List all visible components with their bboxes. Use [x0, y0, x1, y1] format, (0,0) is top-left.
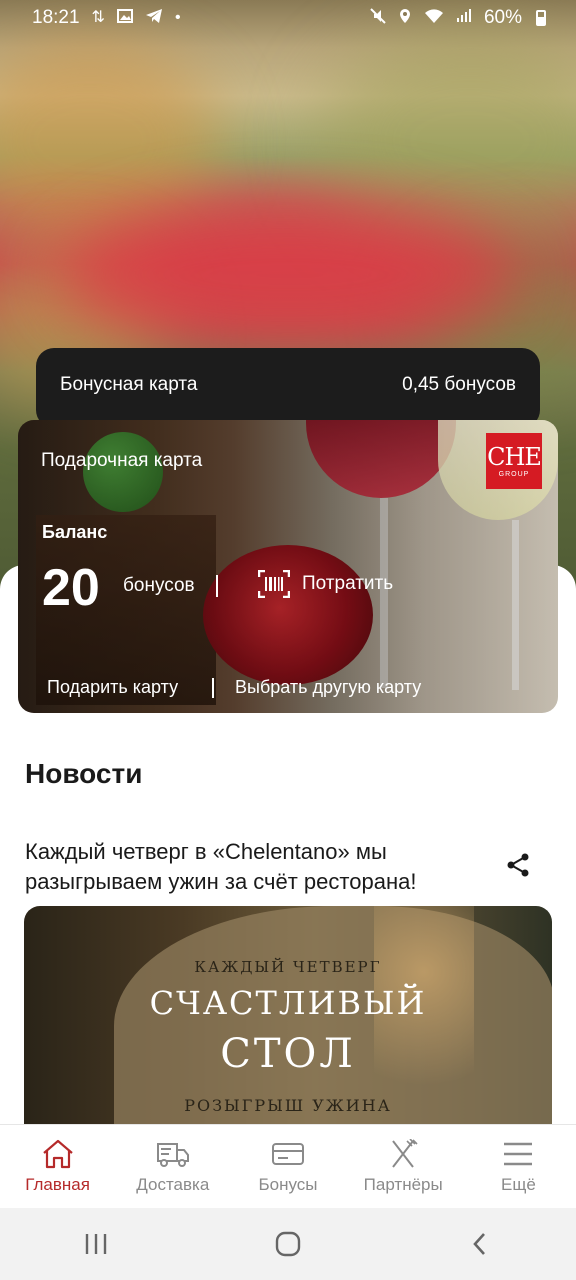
status-time: 18:21: [32, 7, 80, 28]
news-item-title[interactable]: Каждый четверг в «Chelentano» мы разыгры…: [25, 837, 465, 897]
news-image-text: КАЖДЫЙ ЧЕТВЕРГ: [194, 958, 382, 976]
news-image-text: РОЗЫГРЫШ УЖИНА: [184, 1096, 392, 1115]
spend-label: Потратить: [302, 573, 394, 594]
back-icon[interactable]: [460, 1224, 500, 1264]
card-icon: [272, 1143, 304, 1165]
battery-percent: 60%: [483, 7, 522, 28]
news-heading: Новости: [25, 758, 143, 789]
mute-icon: [370, 8, 386, 28]
gift-card-link[interactable]: Подарить карту: [47, 677, 178, 698]
gift-card-title: Подарочная карта: [41, 450, 203, 471]
divider: [212, 678, 214, 698]
news-image-text: СЧАСТЛИВЫЙ: [149, 984, 427, 1022]
che-group-logo: CHE GROUP: [486, 433, 542, 489]
news-item-image[interactable]: КАЖДЫЙ ЧЕТВЕРГ СЧАСТЛИВЫЙ СТОЛ РОЗЫГРЫШ …: [24, 906, 552, 1126]
nav-item-partners[interactable]: Партнёры: [346, 1125, 461, 1208]
balance-value: 20: [42, 559, 100, 617]
bonus-card-value: 0,45 бонусов: [402, 374, 516, 395]
balance-unit: бонусов: [123, 575, 195, 596]
system-nav-bar: [0, 1208, 576, 1280]
nav-label: Партнёры: [363, 1175, 443, 1194]
nav-label: Доставка: [136, 1175, 210, 1194]
divider: [216, 575, 218, 597]
dot-icon: •: [174, 9, 181, 26]
home-button-icon[interactable]: [268, 1224, 308, 1264]
share-icon[interactable]: [505, 852, 531, 878]
signal-icon: [456, 9, 472, 27]
bottom-nav: Главная Доставка Бонусы Партнёры Ещё: [0, 1124, 576, 1208]
fork-knife-icon: [392, 1139, 418, 1168]
image-icon: [116, 9, 133, 27]
status-bar-left: 18:21 ⇅ •: [32, 7, 181, 29]
bonus-card[interactable]: Бонусная карта 0,45 бонусов: [36, 348, 540, 428]
recent-apps-icon[interactable]: [76, 1224, 116, 1264]
status-bar: 18:21 ⇅ • 60%: [0, 0, 576, 36]
nav-item-more[interactable]: Ещё: [461, 1125, 576, 1208]
logo-text: CHE: [487, 442, 542, 471]
nav-label: Бонусы: [258, 1175, 318, 1194]
nav-label: Главная: [25, 1175, 90, 1194]
choose-other-card-link[interactable]: Выбрать другую карту: [235, 677, 421, 698]
spend-button[interactable]: Потратить: [257, 569, 394, 599]
nav-item-delivery[interactable]: Доставка: [115, 1125, 230, 1208]
location-icon: [398, 8, 412, 28]
home-icon: [42, 1139, 73, 1169]
wifi-icon: [424, 8, 444, 28]
balance-label: Баланс: [42, 522, 108, 542]
gift-card[interactable]: CHE GROUP Подарочная карта Баланс 20 бон…: [18, 420, 558, 713]
logo-subtext: GROUP: [498, 470, 530, 478]
sync-icon: ⇅: [91, 9, 105, 26]
nav-label: Ещё: [501, 1175, 536, 1194]
battery-icon: [536, 10, 546, 26]
delivery-truck-icon: [156, 1143, 189, 1167]
menu-icon: [504, 1142, 533, 1166]
status-bar-right: 60%: [370, 7, 546, 29]
bonus-card-label: Бонусная карта: [60, 374, 198, 395]
news-image-text: СТОЛ: [220, 1031, 356, 1077]
barcode-icon: [257, 569, 291, 599]
telegram-icon: [145, 8, 163, 28]
hero-blur-blob: [60, 200, 520, 350]
nav-item-home[interactable]: Главная: [0, 1125, 115, 1208]
nav-item-bonuses[interactable]: Бонусы: [230, 1125, 345, 1208]
